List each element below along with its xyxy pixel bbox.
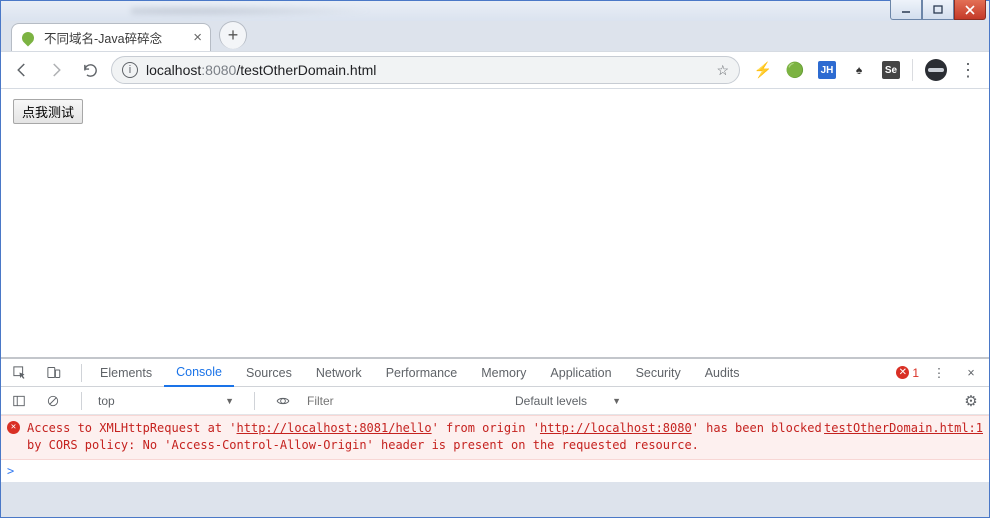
- tab-performance[interactable]: Performance: [374, 359, 470, 387]
- devtools-panel: Elements Console Sources Network Perform…: [1, 357, 989, 482]
- window-buttons: [890, 0, 986, 20]
- tab-network[interactable]: Network: [304, 359, 374, 387]
- url-host: localhost: [146, 62, 201, 78]
- error-count-value: 1: [912, 366, 919, 380]
- ext-jh-icon[interactable]: JH: [818, 61, 836, 79]
- ext-lightning-icon[interactable]: ⚡: [754, 61, 772, 79]
- toolbar-separator: [912, 59, 913, 81]
- address-bar[interactable]: i localhost:8080/testOtherDomain.html ☆: [111, 56, 740, 84]
- window-titlebar: [1, 1, 989, 21]
- spring-leaf-icon: [20, 30, 36, 46]
- window-minimize-button[interactable]: [890, 0, 922, 20]
- log-levels-selector[interactable]: Default levels▼: [515, 394, 625, 408]
- browser-toolbar: i localhost:8080/testOtherDomain.html ☆ …: [1, 51, 989, 89]
- new-tab-button[interactable]: +: [219, 21, 247, 49]
- tab-audits[interactable]: Audits: [693, 359, 752, 387]
- devtools-tabbar: Elements Console Sources Network Perform…: [1, 359, 989, 387]
- window-maximize-button[interactable]: [922, 0, 954, 20]
- back-button[interactable]: [9, 57, 35, 83]
- profile-avatar[interactable]: [925, 59, 947, 81]
- extension-icons: ⚡ 🟢 JH ♠ Se: [754, 61, 900, 79]
- inspect-element-icon[interactable]: [7, 361, 31, 385]
- tab-memory[interactable]: Memory: [469, 359, 538, 387]
- url-text: localhost:8080/testOtherDomain.html: [146, 62, 708, 78]
- devtools-separator: [81, 364, 82, 382]
- tab-strip: 不同域名-Java碎碎念 × +: [1, 21, 989, 51]
- reload-button[interactable]: [77, 57, 103, 83]
- ext-selenium-icon[interactable]: Se: [882, 61, 900, 79]
- test-button[interactable]: 点我测试: [13, 99, 83, 124]
- error-icon: [7, 421, 20, 434]
- ext-tree-icon[interactable]: ♠: [850, 61, 868, 79]
- devtools-close-icon[interactable]: ×: [959, 361, 983, 385]
- console-output: testOtherDomain.html:1 Access to XMLHttp…: [1, 415, 989, 482]
- tab-close-button[interactable]: ×: [193, 30, 202, 45]
- tab-console[interactable]: Console: [164, 359, 234, 387]
- context-selector[interactable]: top▼: [98, 394, 238, 408]
- console-settings-icon[interactable]: ⚙: [959, 389, 983, 413]
- live-expression-icon[interactable]: [271, 389, 295, 413]
- ext-globe-icon[interactable]: 🟢: [786, 61, 804, 79]
- levels-value: Default levels: [515, 394, 587, 408]
- console-prompt[interactable]: >: [1, 460, 989, 482]
- browser-tab[interactable]: 不同域名-Java碎碎念 ×: [11, 23, 211, 51]
- window-close-button[interactable]: [954, 0, 986, 20]
- chrome-menu-button[interactable]: ⋮: [955, 57, 981, 83]
- tab-title: 不同域名-Java碎碎念: [44, 28, 185, 47]
- bookmark-star-icon[interactable]: ☆: [716, 62, 729, 79]
- console-error-row[interactable]: testOtherDomain.html:1 Access to XMLHttp…: [1, 415, 989, 460]
- device-toolbar-icon[interactable]: [41, 361, 65, 385]
- error-text: Access to XMLHttpRequest at 'http://loca…: [27, 421, 822, 452]
- error-count-badge[interactable]: ✕1: [896, 366, 919, 380]
- tab-sources[interactable]: Sources: [234, 359, 304, 387]
- tab-security[interactable]: Security: [624, 359, 693, 387]
- tab-application[interactable]: Application: [538, 359, 623, 387]
- url-port: :8080: [201, 62, 236, 78]
- site-info-icon[interactable]: i: [122, 62, 138, 78]
- forward-button[interactable]: [43, 57, 69, 83]
- console-sidebar-toggle-icon[interactable]: [7, 389, 31, 413]
- filter-input[interactable]: [305, 393, 505, 409]
- console-toolbar: top▼ Default levels▼ ⚙: [1, 387, 989, 415]
- titlebar-blur: [131, 5, 411, 17]
- page-content: 点我测试: [1, 89, 989, 357]
- context-value: top: [98, 394, 115, 408]
- url-path: /testOtherDomain.html: [236, 62, 376, 78]
- devtools-menu-icon[interactable]: ⋮: [927, 361, 951, 385]
- tab-elements[interactable]: Elements: [88, 359, 164, 387]
- clear-console-icon[interactable]: [41, 389, 65, 413]
- error-source-link[interactable]: testOtherDomain.html:1: [824, 420, 983, 437]
